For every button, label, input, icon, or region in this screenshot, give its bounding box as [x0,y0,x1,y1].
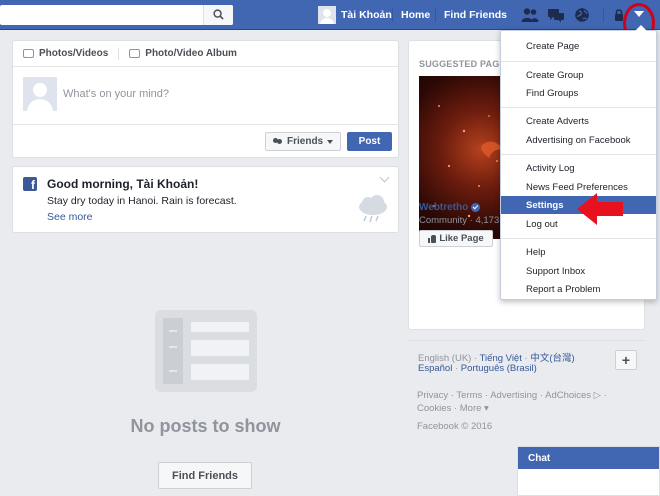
avatar [318,6,336,24]
menu-divider [501,107,656,108]
empty-feed-message: No posts to show [130,416,281,436]
chat-sidebar[interactable]: Chat [517,446,660,496]
page-name: Webtretho [419,202,469,213]
post-composer: Photos/Videos Photo/Video Album What's o… [12,40,399,158]
nav-divider [435,8,436,22]
find-friends-button[interactable]: Find Friends [158,462,252,489]
album-icon [129,49,141,58]
menu-item-help[interactable]: Help [501,243,656,261]
menu-item-create-group[interactable]: Create Group [501,66,656,84]
profile-name: Tài Khoản [341,9,392,21]
suggested-pages-header: SUGGESTED PAGES [419,59,512,69]
copyright: Facebook © 2016 [417,421,493,432]
profile-link[interactable]: Tài Khoản [318,5,392,25]
post-button[interactable]: Post [347,132,392,151]
more-languages-button[interactable]: + [615,350,637,370]
language-link[interactable]: 中文(台灣) [530,353,574,364]
menu-divider [501,154,656,155]
menu-divider [501,61,656,62]
menu-item-advertising[interactable]: Advertising on Facebook [501,131,656,149]
find-friends-link[interactable]: Find Friends [444,9,507,21]
tab-divider [118,47,120,60]
language-line-1: English (UK) · Tiếng Việt · 中文(台灣) [418,353,575,364]
page-meta: Community · 4,173, [419,215,502,226]
empty-feed-icon [155,310,257,392]
tab-photos-videos[interactable]: Photos/Videos [23,48,108,59]
greeting-card: f Good morning, Tài Khoản! Stay dry toda… [12,166,399,233]
see-more-link[interactable]: See more [47,211,93,223]
friend-requests-icon[interactable] [521,7,539,23]
friends-icon [273,137,283,146]
footer-links-line[interactable]: Cookies · More ▾ [417,402,617,415]
footer-links-line[interactable]: Privacy · Terms · Advertising · AdChoice… [417,389,617,402]
thumbs-up-icon [428,234,437,243]
home-link[interactable]: Home [401,9,430,21]
menu-item-create-adverts[interactable]: Create Adverts [501,112,656,130]
suggested-page-link[interactable]: Webtretho [419,202,481,213]
language-selector: English (UK) · Tiếng Việt · 中文(台灣) Españ… [408,340,645,385]
menu-item-activity-log[interactable]: Activity Log [501,159,656,177]
like-page-button[interactable]: Like Page [419,230,493,247]
top-navigation-bar: Tài Khoản Home Find Friends [0,0,660,30]
avatar [23,77,57,111]
composer-footer: Friends Post [13,124,398,157]
menu-item-report-problem[interactable]: Report a Problem [501,280,656,298]
chevron-down-icon [327,139,334,144]
menu-item-create-page[interactable]: Create Page [501,37,656,55]
greeting-title: Good morning, Tài Khoản! [47,177,199,191]
messages-icon[interactable] [547,7,565,23]
camera-icon [23,49,34,58]
highlight-arrow-icon [577,193,623,225]
menu-item-support-inbox[interactable]: Support Inbox [501,262,656,280]
search-input[interactable] [0,5,233,25]
greeting-body: Stay dry today in Hanoi. Rain is forecas… [47,195,237,207]
search-icon [213,9,224,20]
language-line-2: Español · Português (Brasil) [418,363,537,374]
verified-badge-icon [471,203,481,212]
menu-item-find-groups[interactable]: Find Groups [501,84,656,102]
search-button[interactable] [203,5,233,25]
rain-cloud-icon [359,195,387,223]
status-input[interactable]: What's on your mind? [63,88,169,100]
audience-selector[interactable]: Friends [265,132,342,151]
tab-photo-album[interactable]: Photo/Video Album [129,48,237,59]
like-page-label: Like Page [439,233,484,244]
language-link[interactable]: Português (Brasil) [461,363,537,374]
audience-label: Friends [287,136,324,147]
nav-divider [392,8,393,22]
notifications-globe-icon[interactable] [573,7,591,23]
language-link[interactable]: Español [418,363,452,374]
menu-divider [501,238,656,239]
account-dropdown-menu: Create Page Create Group Find Groups Cre… [500,25,657,300]
tab-label: Photos/Videos [39,48,109,59]
facebook-logo-icon: f [23,177,37,191]
chat-header[interactable]: Chat [518,447,659,469]
composer-tabs: Photos/Videos Photo/Video Album [13,41,398,67]
footer-links[interactable]: Privacy · Terms · Advertising · AdChoice… [417,389,617,415]
tab-label: Photo/Video Album [145,48,237,59]
chevron-down-icon[interactable] [379,172,390,183]
nav-divider [603,8,604,22]
